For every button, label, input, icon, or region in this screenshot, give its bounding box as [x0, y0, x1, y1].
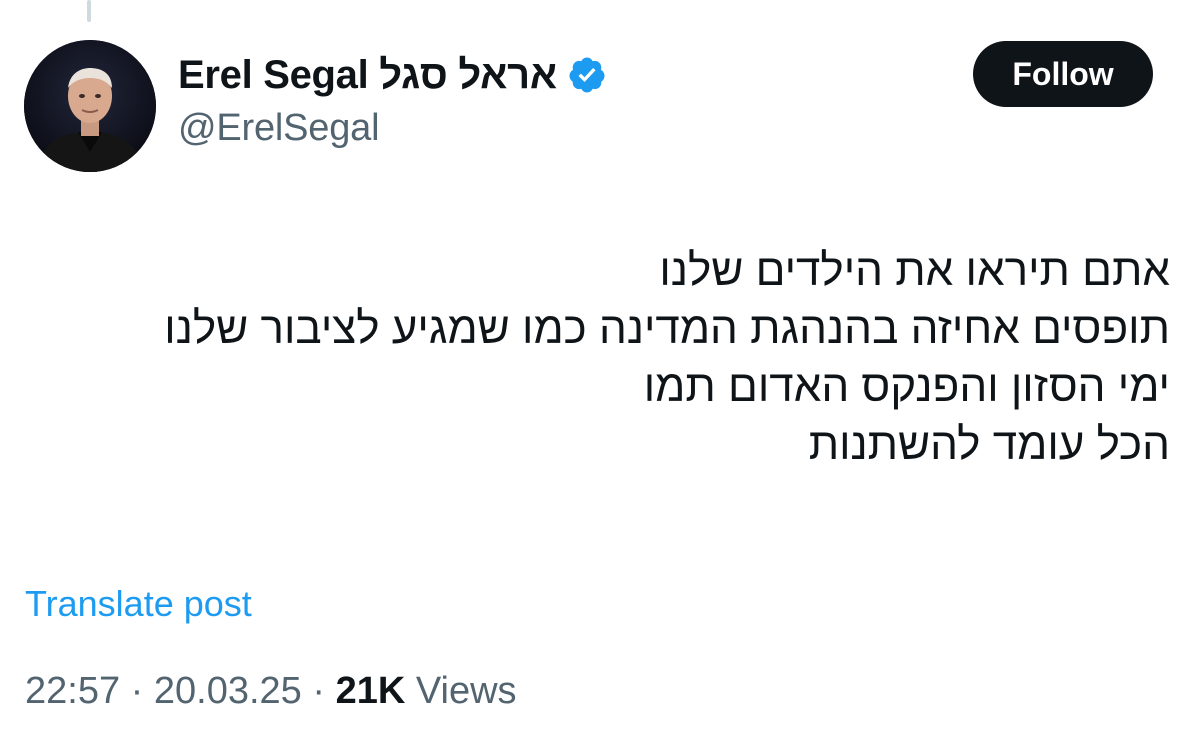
author-handle[interactable]: @ErelSegal	[178, 107, 380, 150]
meta-separator: ·	[120, 670, 154, 712]
thread-connector-line	[87, 0, 91, 22]
post-text-line: הכל עומד להשתנות	[808, 420, 1170, 469]
post-meta: 22:57 · 20.03.25 · 21K Views	[25, 670, 517, 713]
translate-post-link[interactable]: Translate post	[25, 583, 252, 625]
author-name-row: Erel Segal אראל סגל	[178, 47, 607, 103]
author-display-name[interactable]: Erel Segal אראל סגל	[178, 53, 557, 98]
post-text-line: אתם תיראו את הילדים שלנו	[659, 246, 1170, 295]
post-time[interactable]: 22:57	[25, 670, 120, 712]
follow-button[interactable]: Follow	[973, 41, 1153, 107]
post-text-line: ימי הסזון והפנקס האדום תמו	[643, 362, 1170, 411]
meta-separator: ·	[301, 670, 336, 712]
views-label: Views	[405, 670, 517, 712]
post-date[interactable]: 20.03.25	[154, 670, 302, 712]
post-text: אתם תיראו את הילדים שלנו תופסים אחיזה בה…	[70, 242, 1170, 474]
avatar[interactable]	[24, 40, 156, 172]
verified-badge-icon	[567, 55, 607, 95]
views-count[interactable]: 21K	[336, 670, 406, 712]
post-text-line: תופסים אחיזה בהנהגת המדינה כמו שמגיע לצי…	[164, 304, 1170, 353]
